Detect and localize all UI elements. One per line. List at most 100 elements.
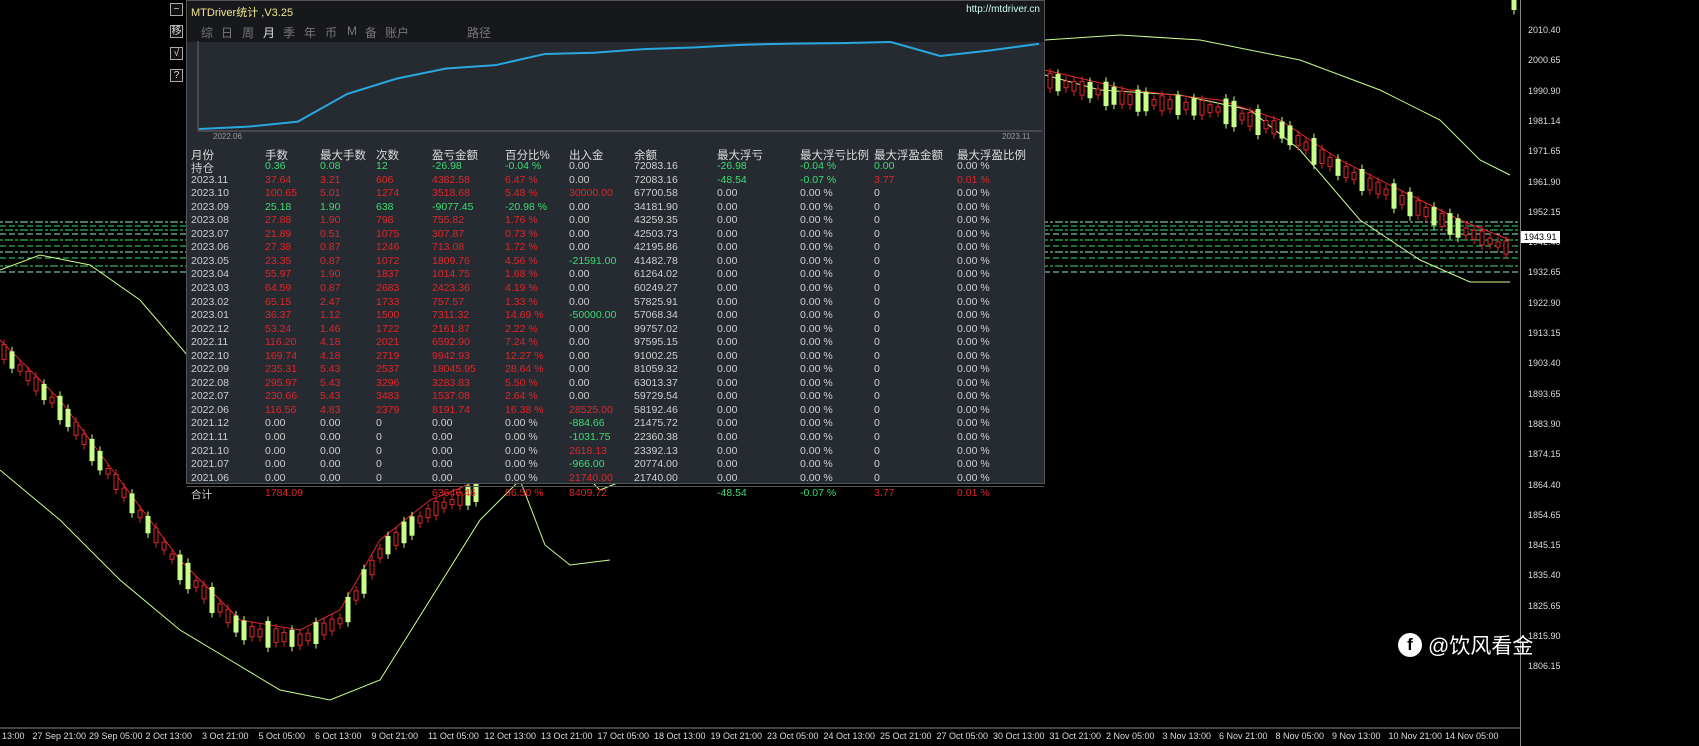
candlestick	[1159, 90, 1165, 116]
table-row[interactable]: 持仓 0.36 0.08 12 -26.98 -0.04 % 0.00 72083.16 -26…	[187, 160, 1044, 175]
table-row[interactable]: 2022.12 53.24 1.46 1722 2161.87 2.22 % 0.00 997…	[187, 323, 1044, 336]
tab-1[interactable]: 日	[221, 24, 233, 41]
time-tick: 3 Nov 13:00	[1162, 731, 1212, 741]
candlestick	[1183, 97, 1189, 115]
table-row[interactable]: 2022.10 169.74 4.18 2719 9942.93 12.27 % 0.00 9…	[187, 350, 1044, 363]
tab-9[interactable]: 账户	[385, 24, 409, 41]
equity-line	[198, 41, 1040, 130]
time-tick: 24 Oct 13:00	[823, 731, 876, 741]
candlestick	[129, 488, 135, 518]
table-row[interactable]: 2021.06 0.00 0.00 0 0.00 0.00 % 21740.00 21740.…	[187, 472, 1044, 485]
table-cell: 0	[874, 200, 880, 213]
table-cell: 0.00	[717, 444, 738, 457]
time-tick: 31 Oct 21:00	[1049, 731, 1102, 741]
table-cell: 5.01	[320, 187, 341, 200]
table-row[interactable]: 2023.08 27.88 1.90 798 755.82 1.76 % 0.00 43259…	[187, 214, 1044, 227]
table-row[interactable]: 2023.09 25.18 1.90 638 -9077.45 -20.98 % 0.00 3…	[187, 201, 1044, 214]
table-row[interactable]: 合计 1784.09 63646.46 96.50 % 8409.72 -48.54 -0.…	[187, 486, 1044, 501]
table-cell: -20.98 %	[505, 200, 548, 213]
time-tick: 13:00	[2, 731, 25, 741]
table-cell: 3.77	[874, 487, 895, 500]
table-cell: 1.46	[320, 322, 341, 335]
table-row[interactable]: 2021.12 0.00 0.00 0 0.00 0.00 % -884.66 21475.7…	[187, 417, 1044, 430]
table-cell: -884.66	[569, 417, 605, 430]
table-cell: 43259.35	[634, 214, 678, 227]
table-row[interactable]: 2021.07 0.00 0.00 0 0.00 0.00 % -966.00 20774.0…	[187, 458, 1044, 471]
table-cell: 97595.15	[634, 336, 678, 349]
minimize-button[interactable]: −	[170, 3, 183, 16]
tab-4[interactable]: 季	[283, 24, 295, 41]
table-cell: -966.00	[569, 458, 605, 471]
table-cell: 0	[874, 349, 880, 362]
table-cell: 1.90	[320, 200, 341, 213]
table-row[interactable]: 2022.09 235.31 5.43 2537 18045.95 28.64 % 0.00…	[187, 363, 1044, 376]
candlestick	[1271, 115, 1277, 139]
tab-2[interactable]: 周	[242, 24, 254, 41]
table-cell: 0.00 %	[800, 390, 833, 403]
price-tick: 2000.65	[1528, 55, 1561, 66]
candlestick	[265, 616, 271, 653]
table-cell: 2021.11	[191, 431, 229, 443]
table-row[interactable]: 2023.02 65.15 2.47 1733 757.57 1.33 % 0.00 5782…	[187, 296, 1044, 309]
table-cell: 0.00 %	[800, 444, 833, 457]
tab-5[interactable]: 年	[304, 24, 316, 41]
table-cell: 12	[376, 160, 388, 172]
table-row[interactable]: 2023.03 64.59 0.87 2683 2423.36 4.19 % 0.00 602…	[187, 282, 1044, 295]
table-cell: 2618.13	[569, 444, 607, 457]
table-row[interactable]: 2023.06 27.38 0.87 1246 713.08 1.72 % 0.00 4219…	[187, 241, 1044, 254]
table-row[interactable]: 2022.07 230.66 5.43 3483 1537.08 2.64 % 0.00 59…	[187, 390, 1044, 403]
table-row[interactable]: 2023.10 100.65 5.01 1274 3518.68 5.48 % 30000.…	[187, 187, 1044, 200]
table-cell: -0.07 %	[800, 487, 837, 500]
table-cell: 0	[874, 214, 880, 227]
table-cell: 0.00 %	[957, 295, 990, 308]
candlestick	[1383, 184, 1389, 200]
table-cell: 7311.32	[432, 309, 470, 322]
tab-10[interactable]: 路径	[467, 24, 491, 41]
table-cell: 2023.10	[191, 187, 229, 200]
tab-7[interactable]: M	[347, 24, 357, 38]
table-cell: 2023.11	[191, 173, 229, 186]
tab-6[interactable]: 币	[325, 24, 337, 41]
table-cell: 0.00	[717, 390, 738, 403]
table-row[interactable]: 2023.01 36.37 1.12 1500 7311.32 14.69 % -50000…	[187, 309, 1044, 322]
table-cell: 1072	[376, 254, 400, 267]
table-row[interactable]: 2022.11 116.20 4.18 2021 6592.90 7.24 % 0.00 97…	[187, 336, 1044, 349]
table-row[interactable]: 2021.11 0.00 0.00 0 0.00 0.00 % -1031.75 22360.…	[187, 431, 1044, 444]
table-row[interactable]: 2023.04 55.97 1.90 1837 1014.75 1.68 % 0.00 612…	[187, 268, 1044, 281]
table-cell: 1.12	[320, 309, 341, 322]
website-link[interactable]: http://mtdriver.cn	[966, 4, 1040, 15]
table-cell: 91002.25	[634, 349, 678, 362]
table-cell: 0.00	[717, 376, 738, 389]
table-cell: 99757.02	[634, 322, 678, 335]
table-cell: 0.00	[569, 363, 590, 376]
tab-0[interactable]: 综	[201, 24, 213, 41]
table-cell: 0.00 %	[957, 309, 990, 322]
tab-bar: 综日周月季年币 M 备账户 路径	[187, 20, 1044, 42]
candlestick	[321, 618, 327, 640]
help-button[interactable]: ?	[170, 69, 183, 82]
table-cell: 0.00 %	[505, 431, 538, 443]
candlestick	[1391, 178, 1397, 214]
panel-title-bar[interactable]: MTDriver统计 ,V3.25 http://mtdriver.cn	[187, 1, 1044, 20]
tab-8[interactable]: 备	[365, 24, 377, 41]
tab-3[interactable]: 月	[263, 24, 275, 41]
table-cell: 1014.75	[432, 268, 470, 281]
table-row[interactable]: 2021.10 0.00 0.00 0 0.00 0.00 % 2618.13 23392.1…	[187, 445, 1044, 458]
table-cell: -0.04 %	[800, 160, 837, 172]
table-row[interactable]: 2022.06 116.56 4.83 2379 8191.74 16.38 % 28525…	[187, 404, 1044, 417]
table-cell: 2023.09	[191, 200, 229, 213]
table-cell: 72083.16	[634, 160, 678, 172]
move-button[interactable]: 移	[170, 25, 183, 38]
table-cell: 0	[874, 431, 880, 443]
check-button[interactable]: √	[170, 47, 183, 60]
table-row[interactable]: 2023.11 37.64 3.21 606 4382.58 6.47 % 0.00 7208…	[187, 174, 1044, 187]
table-cell: 58192.46	[634, 403, 678, 416]
table-cell: 30000.00	[569, 187, 613, 200]
candlestick	[257, 624, 263, 642]
bollinger-upper	[1044, 34, 1511, 176]
table-cell: 1274	[376, 187, 400, 200]
table-cell: 20774.00	[634, 458, 678, 471]
table-row[interactable]: 2022.08 295.97 5.43 3296 3283.83 5.50 % 0.00 63…	[187, 377, 1044, 390]
table-row[interactable]: 2023.07 21.89 0.51 1075 307.87 0.73 % 0.00 4250…	[187, 228, 1044, 241]
table-row[interactable]: 2023.05 23.35 0.87 1072 1809.76 4.56 % -21591.…	[187, 255, 1044, 268]
